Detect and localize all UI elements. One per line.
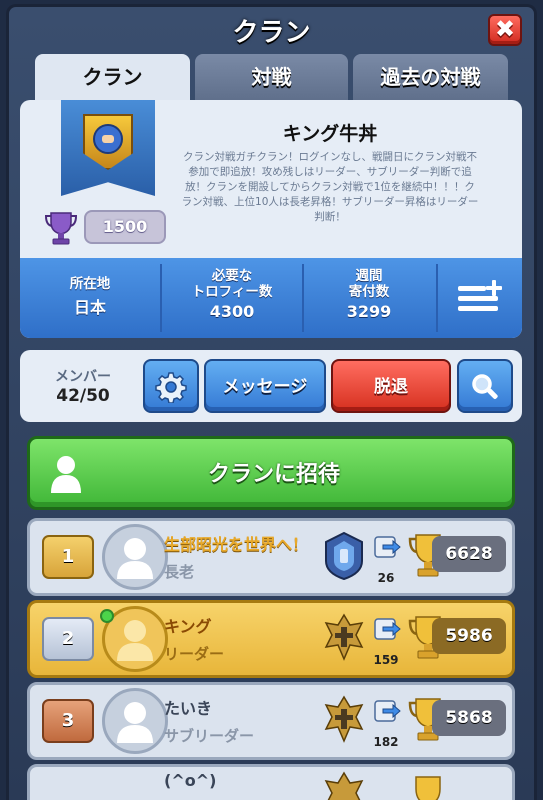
stat-required-label-1: 必要な: [211, 268, 253, 284]
stat-donation-label-1: 週間: [355, 268, 383, 284]
message-button[interactable]: メッセージ: [204, 359, 326, 413]
member-actions-bar: メンバー 42/50 メッセージ 脱退: [20, 350, 522, 422]
settings-button[interactable]: [143, 359, 199, 413]
member-row-2[interactable]: 2 キング リーダー 159 5986: [27, 600, 515, 678]
member-donations: 26: [377, 571, 395, 585]
member-role: サブリーダー: [164, 727, 255, 745]
stat-donation-value: 3299: [346, 302, 392, 321]
clan-menu-icon[interactable]: [456, 278, 506, 318]
rank-badge: 2: [42, 617, 94, 661]
member-name: たいき: [164, 699, 213, 718]
league-badge-icon: [324, 613, 364, 661]
stat-location-label: 所在地: [69, 276, 111, 292]
clan-stats-bar: 所在地 日本 必要な トロフィー数 4300 週間 寄付数 3299: [20, 258, 522, 338]
trophy-icon: [45, 212, 77, 245]
member-trophies: 5868: [432, 700, 506, 736]
tab-past-wars[interactable]: 過去の対戦: [353, 54, 508, 106]
member-row-3[interactable]: 3 たいき サブリーダー 182 5868: [27, 682, 515, 760]
invite-label: クランに招待: [207, 462, 340, 487]
online-status-dot: [100, 609, 114, 623]
gear-icon: [155, 372, 187, 404]
stat-weekly-donations: 週間 寄付数 3299: [304, 258, 434, 338]
stat-required-label-2: トロフィー数: [191, 284, 273, 300]
member-role: リーダー: [164, 645, 225, 663]
stat-location-value: 日本: [73, 298, 106, 317]
donation-icon: [374, 700, 401, 722]
person-icon: [117, 620, 153, 661]
person-icon: [117, 538, 153, 579]
page-title: クラン: [232, 18, 311, 48]
tab-war[interactable]: 対戦: [195, 54, 348, 106]
clan-trophy-score: 1500: [84, 210, 166, 244]
member-name: (^o^): [164, 771, 217, 790]
trophy-icon: [415, 776, 441, 800]
member-row-4[interactable]: (^o^): [27, 764, 515, 800]
member-name: キング: [164, 617, 212, 636]
stat-location: 所在地 日本: [20, 258, 160, 338]
clan-info-card: キング牛丼 クラン対戦ガチクラン！ログインなし、戦闘日にクラン対戦不参加で即追放…: [20, 100, 522, 338]
clan-description: クラン対戦ガチクラン！ログインなし、戦闘日にクラン対戦不参加で即追放！攻め残しは…: [181, 151, 479, 223]
member-name: 生部昭光を世界へ！: [164, 535, 309, 554]
member-trophies: 6628: [432, 536, 506, 572]
league-badge-icon: [325, 531, 363, 581]
avatar: [102, 524, 168, 590]
league-badge-icon: [324, 771, 364, 800]
member-donations: 182: [373, 735, 399, 749]
stat-donation-label-2: 寄付数: [348, 284, 390, 300]
donation-icon: [374, 618, 401, 640]
member-donations: 159: [373, 653, 399, 667]
leave-button[interactable]: 脱退: [331, 359, 451, 413]
stat-required-value: 4300: [209, 302, 255, 321]
league-badge-icon: [324, 695, 364, 743]
member-trophies: 5986: [432, 618, 506, 654]
stat-required-trophies: 必要な トロフィー数 4300: [162, 258, 302, 338]
invite-to-clan-button[interactable]: クランに招待: [27, 436, 515, 510]
rank-badge: 3: [42, 699, 94, 743]
king-face-icon: [93, 124, 123, 154]
divider: [436, 264, 438, 332]
rank-badge: 1: [42, 535, 94, 579]
member-label: メンバー: [55, 369, 111, 385]
search-icon: [472, 374, 498, 399]
search-button[interactable]: [457, 359, 513, 413]
member-count: 42/50: [56, 386, 110, 406]
avatar: [102, 688, 168, 754]
member-row-1[interactable]: 1 生部昭光を世界へ！ 長老 26 6628: [27, 518, 515, 596]
close-button[interactable]: ✖: [488, 14, 522, 46]
clan-name: キング牛丼: [282, 123, 378, 145]
member-role: 長老: [164, 563, 195, 581]
donation-icon: [374, 536, 401, 558]
person-icon: [117, 702, 153, 743]
